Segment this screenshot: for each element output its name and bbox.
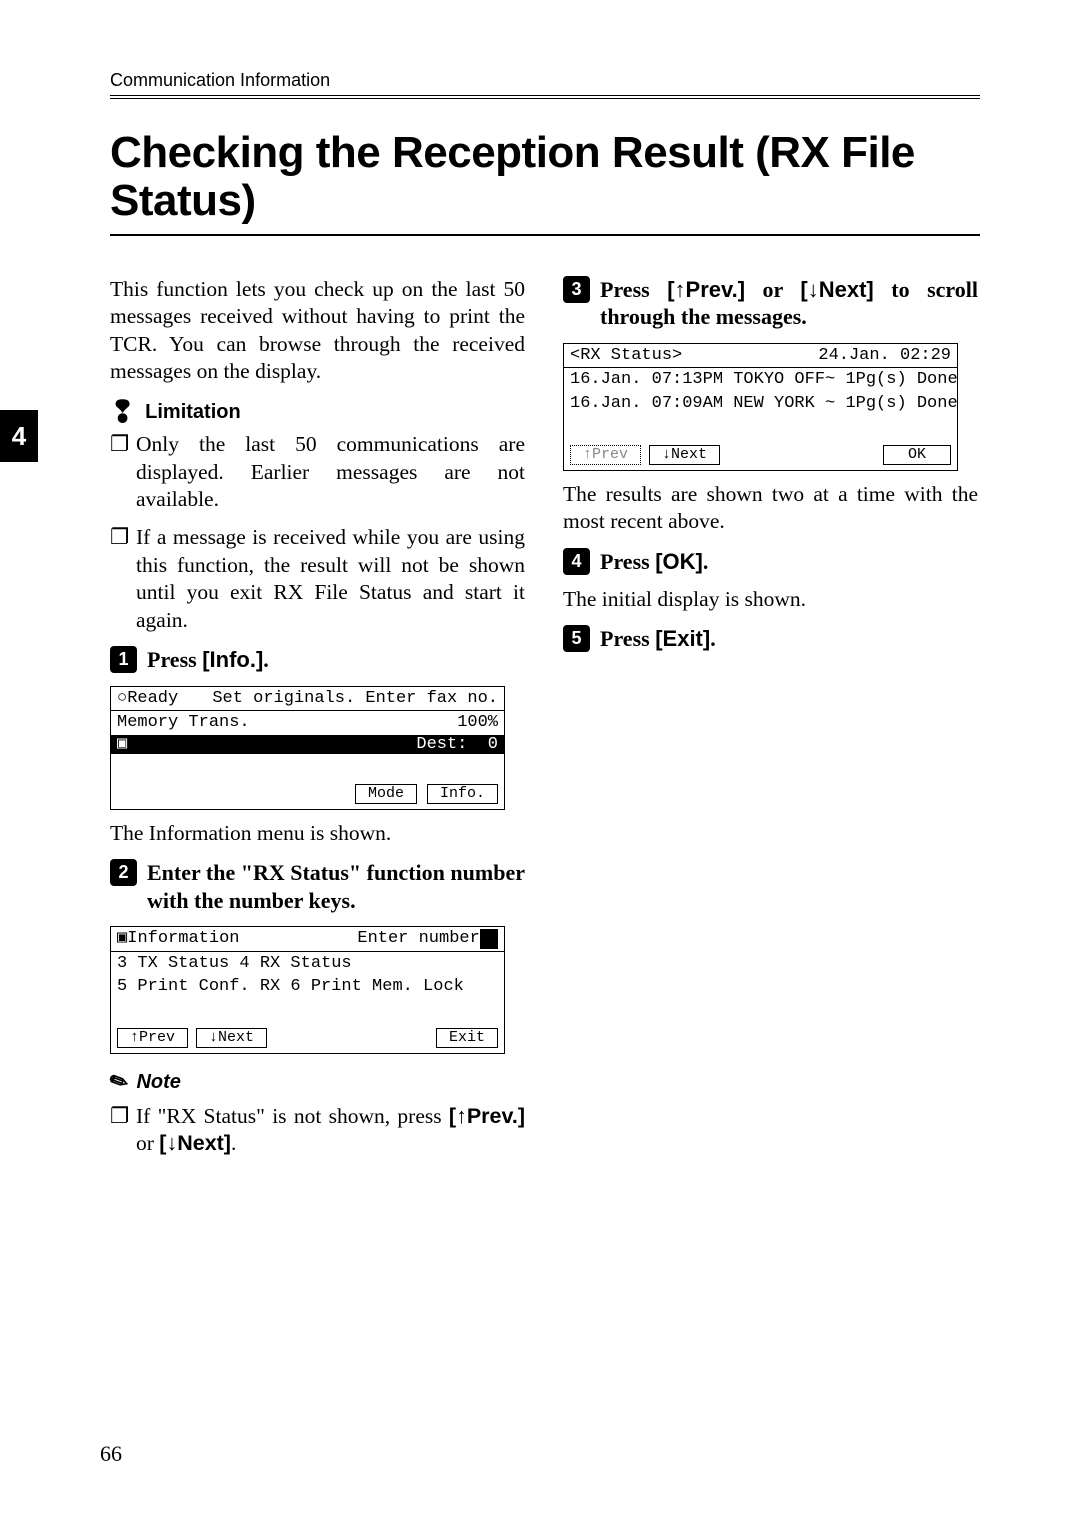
- t: .: [231, 1131, 236, 1155]
- step-number-icon: 5: [563, 625, 590, 652]
- lcd-next-button[interactable]: ↓Next: [196, 1028, 267, 1048]
- t: [↑Prev.]: [667, 277, 745, 302]
- lcd-screen-2: ▣Information Enter number 3 TX Status 4 …: [110, 926, 505, 1054]
- t: [↑Prev.]: [449, 1104, 525, 1128]
- left-column: This function lets you check up on the l…: [110, 276, 525, 1168]
- t: .: [263, 647, 269, 672]
- pencil-icon: ✎: [105, 1066, 134, 1099]
- step-2: 2 Enter the "RX Status" function number …: [110, 859, 525, 914]
- lcd3-date: 24.Jan. 02:29: [818, 346, 951, 366]
- t: [OK]: [655, 549, 703, 574]
- t: Enter the "RX Status" function number wi…: [147, 860, 525, 913]
- right-column: 3 Press [↑Prev.] or [↓Next] to scroll th…: [563, 276, 978, 1168]
- note-item: ❐ If "RX Status" is not shown, press [↑P…: [110, 1103, 525, 1158]
- limitation-label: Limitation: [145, 400, 241, 426]
- cursor-icon: [480, 929, 498, 949]
- bullet-icon: ❐: [110, 431, 126, 514]
- limitation-icon: ❢: [110, 405, 135, 420]
- limitation-text: If a message is received while you are u…: [136, 524, 525, 634]
- doc-icon: ▣: [117, 735, 127, 755]
- step-number-icon: 3: [563, 276, 590, 303]
- title-rule: [110, 234, 980, 236]
- lcd2-row: 5 Print Conf. RX 6 Print Mem. Lock: [111, 975, 504, 999]
- lcd3-caption: The results are shown two at a time with…: [563, 481, 978, 536]
- lcd-screen-3: <RX Status> 24.Jan. 02:29 16.Jan. 07:13P…: [563, 343, 958, 471]
- step-5: 5 Press [Exit].: [563, 625, 978, 653]
- t: Press: [600, 549, 655, 574]
- lcd2-row: 3 TX Status 4 RX Status: [111, 951, 504, 976]
- step-4: 4 Press [OK].: [563, 548, 978, 576]
- lcd1-mode: Memory Trans.: [117, 713, 250, 733]
- note-heading: ✎ Note: [110, 1068, 525, 1096]
- lcd-prev-button[interactable]: ↑Prev: [570, 445, 641, 465]
- dest-val: 0: [488, 735, 498, 754]
- lcd-prev-button[interactable]: ↑Prev: [117, 1028, 188, 1048]
- lcd-mode-button[interactable]: Mode: [355, 784, 417, 804]
- limitation-heading: ❢ Limitation: [110, 400, 525, 426]
- step-3-text: Press [↑Prev.] or [↓Next] to scroll thro…: [600, 276, 978, 331]
- t: [↓Next]: [159, 1131, 231, 1155]
- t: [↓Next]: [800, 277, 873, 302]
- t: [Exit]: [655, 626, 710, 651]
- lcd-next-button[interactable]: ↓Next: [649, 445, 720, 465]
- info-icon: ▣: [117, 929, 127, 948]
- page-title: Checking the Reception Result (RX File S…: [110, 129, 980, 226]
- intro-text: This function lets you check up on the l…: [110, 276, 525, 386]
- t: Press: [600, 277, 667, 302]
- t: or: [745, 277, 800, 302]
- limitation-item: ❐ Only the last 50 communications are di…: [110, 431, 525, 514]
- lcd2-title: Information: [127, 929, 239, 948]
- t: If "RX Status" is not shown, press: [136, 1104, 449, 1128]
- s4-caption: The initial display is shown.: [563, 586, 978, 614]
- t: .: [710, 626, 716, 651]
- t: [Info.]: [202, 647, 263, 672]
- note-text: If "RX Status" is not shown, press [↑Pre…: [136, 1103, 525, 1158]
- step-number-icon: 1: [110, 646, 137, 673]
- limitation-text: Only the last 50 communications are disp…: [136, 431, 525, 514]
- lcd1-ready: Ready: [127, 689, 178, 708]
- lcd-screen-1: ○Ready Set originals. Enter fax no. Memo…: [110, 686, 505, 810]
- t: .: [703, 549, 709, 574]
- lcd2-prompt: Enter number: [357, 929, 479, 948]
- ready-icon: ○: [117, 689, 127, 708]
- chapter-tab: 4: [0, 410, 38, 462]
- limitation-item: ❐ If a message is received while you are…: [110, 524, 525, 634]
- step-4-text: Press [OK].: [600, 548, 708, 576]
- lcd-info-button[interactable]: Info.: [427, 784, 498, 804]
- step-1-text: Press [Info.].: [147, 646, 269, 674]
- step-number-icon: 4: [563, 548, 590, 575]
- t: or: [136, 1131, 159, 1155]
- step-number-icon: 2: [110, 859, 137, 886]
- bullet-icon: ❐: [110, 524, 126, 634]
- dest-label: Dest:: [416, 735, 467, 754]
- step-2-text: Enter the "RX Status" function number wi…: [147, 859, 525, 914]
- page-number: 66: [100, 1441, 122, 1467]
- header-rule: [110, 98, 980, 99]
- step-5-text: Press [Exit].: [600, 625, 716, 653]
- lcd1-caption: The Information menu is shown.: [110, 820, 525, 848]
- lcd1-mem: 100%: [457, 713, 498, 733]
- t: Press: [147, 647, 202, 672]
- t: Press: [600, 626, 655, 651]
- lcd1-prompt: Set originals. Enter fax no.: [212, 689, 498, 709]
- lcd3-row: 16.Jan. 07:09AM NEW YORK ~ 1Pg(s) Done: [564, 392, 957, 416]
- section-header: Communication Information: [110, 70, 980, 96]
- lcd-ok-button[interactable]: OK: [883, 445, 951, 465]
- step-1: 1 Press [Info.].: [110, 646, 525, 674]
- lcd3-title: <RX Status>: [570, 346, 682, 366]
- lcd-exit-button[interactable]: Exit: [436, 1028, 498, 1048]
- bullet-icon: ❐: [110, 1103, 126, 1158]
- lcd3-row: 16.Jan. 07:13PM TOKYO OFF~ 1Pg(s) Done: [564, 367, 957, 392]
- step-3: 3 Press [↑Prev.] or [↓Next] to scroll th…: [563, 276, 978, 331]
- note-label: Note: [136, 1070, 180, 1096]
